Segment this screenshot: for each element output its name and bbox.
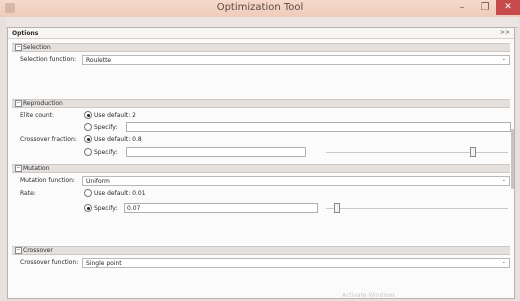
activation-watermark: Activate Windows [342,292,396,299]
rate-label: Rate: [20,190,36,197]
selection-section-title: Selection [23,44,51,51]
chevron-down-icon: ⌄ [501,259,506,265]
options-title: Options [12,30,39,37]
expand-button[interactable]: >> [500,29,510,36]
rate-specify-input[interactable]: 0.07 [124,203,318,213]
elite-count-label: Elite count: [20,112,55,119]
rate-specify-label: Specify: [94,205,118,212]
minimize-button[interactable]: – [450,0,474,15]
elite-specify-radio[interactable] [84,123,92,131]
collapse-icon[interactable]: − [15,247,22,254]
mutation-section-title: Mutation [23,165,50,172]
elite-default-radio[interactable] [84,111,92,119]
collapse-icon[interactable]: − [15,165,22,172]
crossover-function-select[interactable]: Single point ⌄ [82,258,510,268]
crossover-specify-label: Specify: [94,149,118,156]
rate-default-radio[interactable] [84,189,92,197]
selection-function-value: Roulette [86,57,112,64]
mutation-section-header[interactable]: − Mutation [12,164,510,173]
rate-slider-track[interactable] [326,208,508,209]
crossover-default-label: Use default: 0.8 [94,136,142,143]
mutation-function-select[interactable]: Uniform ⌄ [82,176,510,186]
crossover-specify-radio[interactable] [84,148,92,156]
close-button[interactable]: ✕ [496,0,520,15]
elite-default-label: Use default: 2 [94,112,136,119]
selection-function-label: Selection function: [20,56,77,63]
options-header: Options >> [8,28,514,39]
mutation-function-label: Mutation function: [20,177,75,184]
reproduction-section-header[interactable]: − Reproduction [12,99,510,108]
elite-specify-label: Specify: [94,124,118,131]
crossover-slider-track[interactable] [326,152,508,153]
maximize-button[interactable]: ❐ [474,0,496,15]
selection-section-header[interactable]: − Selection [12,43,510,52]
crossover-section-title: Crossover [23,247,53,254]
rate-default-label: Use default: 0.01 [94,190,146,197]
options-panel: Options >> − Selection Selection functio… [7,27,515,299]
crossover-default-radio[interactable] [84,135,92,143]
selection-function-select[interactable]: Roulette ⌄ [82,55,510,65]
chevron-down-icon: ⌄ [501,177,506,183]
crossover-fraction-label: Crossover fraction: [20,136,77,143]
crossover-specify-input[interactable] [126,147,306,157]
window-title: Optimization Tool [216,2,304,13]
collapse-icon[interactable]: − [15,44,22,51]
crossover-function-label: Crossover function: [20,259,79,266]
reproduction-section-title: Reproduction [23,100,63,107]
chevron-down-icon: ⌄ [501,56,506,62]
title-bar: Optimization Tool – ❐ ✕ [0,0,520,17]
vertical-scrollbar[interactable] [511,129,514,189]
rate-slider-thumb[interactable] [334,203,340,213]
crossover-function-value: Single point [86,260,122,267]
crossover-section-header[interactable]: − Crossover [12,246,510,255]
crossover-slider-thumb[interactable] [470,147,476,157]
elite-specify-input[interactable] [126,122,511,132]
rate-specify-value: 0.07 [127,205,141,212]
collapse-icon[interactable]: − [15,100,22,107]
rate-specify-radio[interactable] [84,204,92,212]
mutation-function-value: Uniform [86,178,110,185]
